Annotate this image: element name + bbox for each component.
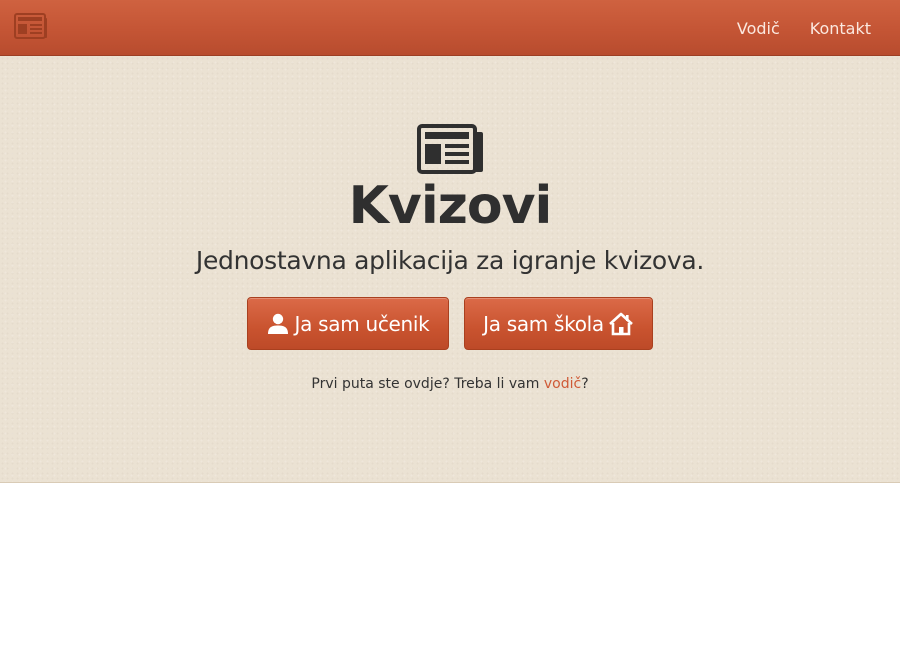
nav-link-contact[interactable]: Kontakt [810,19,871,38]
navbar: Vodič Kontakt [0,0,900,56]
student-button[interactable]: Ja sam učenik [247,297,449,350]
nav-link-guide[interactable]: Vodič [737,19,780,38]
guide-link[interactable]: vodič [544,376,581,392]
page-subtitle: Jednostavna aplikacija za igranje kvizov… [195,246,705,275]
user-icon [267,313,289,335]
home-icon [608,312,634,336]
student-button-label: Ja sam učenik [294,311,430,336]
newspaper-icon [417,124,485,174]
page-title: Kvizovi [348,176,553,236]
hero-section: Kvizovi Jednostavna aplikacija za igranj… [0,56,900,483]
school-button[interactable]: Ja sam škola [464,297,653,350]
school-button-label: Ja sam škola [483,311,604,336]
newspaper-icon[interactable] [14,13,48,39]
nav-links: Vodič Kontakt [707,0,871,56]
help-prefix: Prvi puta ste ovdje? Treba li vam [311,376,544,392]
help-text: Prvi puta ste ovdje? Treba li vam vodič? [0,376,900,392]
help-suffix: ? [581,376,589,392]
